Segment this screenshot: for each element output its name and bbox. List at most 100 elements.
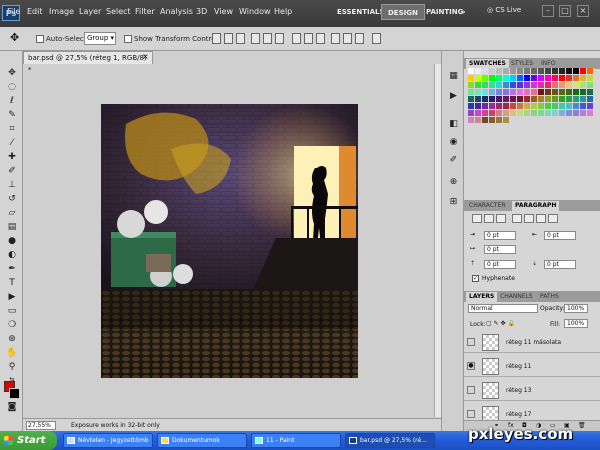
swatch[interactable] bbox=[475, 82, 482, 89]
layer-row[interactable]: réteg 11 másolata bbox=[464, 332, 600, 353]
swatch[interactable] bbox=[475, 68, 482, 75]
swatch[interactable] bbox=[545, 82, 552, 89]
fill-field[interactable]: 100% bbox=[564, 319, 588, 328]
swatch[interactable] bbox=[489, 89, 496, 96]
swatch[interactable] bbox=[580, 82, 587, 89]
history-panel-icon[interactable]: ▦ bbox=[447, 71, 460, 82]
actions-panel-icon[interactable]: ▶ bbox=[447, 91, 460, 102]
show-transform-checkbox[interactable] bbox=[124, 35, 132, 43]
swatch[interactable] bbox=[496, 110, 503, 117]
swatch[interactable] bbox=[475, 110, 482, 117]
swatch[interactable] bbox=[468, 89, 475, 96]
masks-panel-icon[interactable]: ◉ bbox=[447, 137, 460, 148]
swatch[interactable] bbox=[510, 82, 517, 89]
indent-left-field[interactable]: 0 pt bbox=[484, 231, 516, 240]
tab-character[interactable]: CHARACTER bbox=[466, 201, 509, 211]
canvas-artwork[interactable] bbox=[101, 104, 358, 378]
space-before-field[interactable]: 0 pt bbox=[484, 260, 516, 269]
swatch[interactable] bbox=[552, 117, 559, 124]
swatch[interactable] bbox=[559, 110, 566, 117]
swatch[interactable] bbox=[545, 68, 552, 75]
layer-visibility-toggle[interactable] bbox=[467, 386, 475, 394]
swatch[interactable] bbox=[538, 103, 545, 110]
menu-window[interactable]: Window bbox=[239, 7, 271, 16]
swatch[interactable] bbox=[559, 103, 566, 110]
clone-source-panel-icon[interactable]: ⊕ bbox=[447, 177, 460, 188]
tab-paragraph[interactable]: PARAGRAPH bbox=[512, 201, 560, 211]
swatch[interactable] bbox=[496, 103, 503, 110]
swatch[interactable] bbox=[559, 68, 566, 75]
brush-tool-icon[interactable]: ✐ bbox=[5, 166, 19, 177]
swatch[interactable] bbox=[468, 82, 475, 89]
swatch-grid[interactable] bbox=[468, 68, 596, 124]
stamp-tool-icon[interactable]: ⊥ bbox=[5, 180, 19, 191]
swatch[interactable] bbox=[524, 89, 531, 96]
swatch[interactable] bbox=[587, 75, 594, 82]
auto-align-icon[interactable] bbox=[372, 33, 381, 44]
eyedropper-tool-icon[interactable]: ⁄ bbox=[5, 138, 19, 149]
swatch[interactable] bbox=[531, 103, 538, 110]
swatch[interactable] bbox=[510, 89, 517, 96]
swatch[interactable] bbox=[538, 96, 545, 103]
swatch[interactable] bbox=[573, 82, 580, 89]
lasso-tool-icon[interactable]: ℓ bbox=[5, 96, 19, 107]
swatch[interactable] bbox=[545, 117, 552, 124]
shape-tool-icon[interactable]: ▭ bbox=[5, 306, 19, 317]
brush-panel-icon[interactable]: ✐ bbox=[447, 155, 460, 166]
swatch[interactable] bbox=[510, 68, 517, 75]
justify-last-left-icon[interactable] bbox=[512, 214, 522, 223]
swatch[interactable] bbox=[510, 96, 517, 103]
swatch[interactable] bbox=[573, 75, 580, 82]
swatch[interactable] bbox=[587, 89, 594, 96]
layer-name[interactable]: réteg 17 bbox=[506, 411, 531, 418]
swatch[interactable] bbox=[489, 110, 496, 117]
hand-tool-icon[interactable]: ✋ bbox=[5, 348, 19, 359]
swatch[interactable] bbox=[503, 103, 510, 110]
menu-select[interactable]: Select bbox=[106, 7, 131, 16]
swatch[interactable] bbox=[503, 96, 510, 103]
first-line-indent-field[interactable]: 0 pt bbox=[484, 245, 516, 254]
layer-name[interactable]: réteg 13 bbox=[506, 387, 531, 394]
quick-select-tool-icon[interactable]: ✎ bbox=[5, 110, 19, 121]
swatch[interactable] bbox=[573, 96, 580, 103]
swatch[interactable] bbox=[510, 110, 517, 117]
swatch[interactable] bbox=[496, 75, 503, 82]
3d-orbit-tool-icon[interactable]: ⊛ bbox=[5, 334, 19, 345]
swatch[interactable] bbox=[503, 75, 510, 82]
swatch[interactable] bbox=[587, 82, 594, 89]
document-close-icon[interactable]: × bbox=[142, 51, 149, 63]
align-center-text-icon[interactable] bbox=[484, 214, 494, 223]
swatch[interactable] bbox=[482, 117, 489, 124]
swatch[interactable] bbox=[566, 110, 573, 117]
swatch[interactable] bbox=[580, 110, 587, 117]
swatch[interactable] bbox=[496, 82, 503, 89]
swatch[interactable] bbox=[566, 89, 573, 96]
menu-layer[interactable]: Layer bbox=[79, 7, 101, 16]
swatch[interactable] bbox=[538, 117, 545, 124]
swatch[interactable] bbox=[482, 82, 489, 89]
swatch[interactable] bbox=[489, 117, 496, 124]
align-top-icon[interactable] bbox=[212, 33, 221, 44]
layer-name[interactable]: réteg 11 bbox=[506, 363, 531, 370]
menu-view[interactable]: View bbox=[214, 7, 233, 16]
swatch[interactable] bbox=[468, 117, 475, 124]
swatch[interactable] bbox=[545, 75, 552, 82]
blend-mode-select[interactable]: Normal bbox=[468, 304, 538, 313]
distribute-right-icon[interactable] bbox=[355, 33, 364, 44]
justify-all-icon[interactable] bbox=[548, 214, 558, 223]
swatch[interactable] bbox=[552, 68, 559, 75]
swatch[interactable] bbox=[475, 117, 482, 124]
swatch[interactable] bbox=[566, 68, 573, 75]
swatch[interactable] bbox=[482, 75, 489, 82]
swatch[interactable] bbox=[468, 110, 475, 117]
swatch[interactable] bbox=[524, 75, 531, 82]
swatch[interactable] bbox=[566, 82, 573, 89]
swatch[interactable] bbox=[587, 117, 594, 124]
swatch[interactable] bbox=[517, 103, 524, 110]
swatch[interactable] bbox=[545, 110, 552, 117]
delete-layer-icon[interactable]: 🗑 bbox=[578, 422, 586, 429]
swatch[interactable] bbox=[566, 75, 573, 82]
swatch[interactable] bbox=[538, 75, 545, 82]
swatch[interactable] bbox=[482, 89, 489, 96]
swatch[interactable] bbox=[517, 75, 524, 82]
